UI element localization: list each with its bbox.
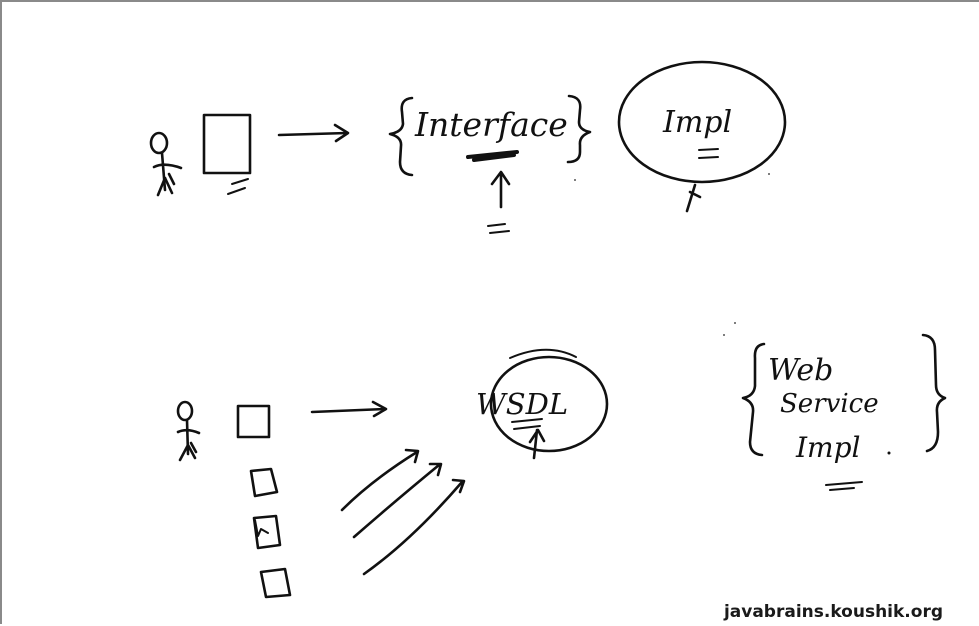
stick-figure-client-top (149, 131, 183, 197)
web-service-impl-label-line1: Web (768, 353, 833, 388)
interface-annotations (466, 150, 519, 234)
web-service-impl-label-line2: Service (780, 389, 879, 419)
interface-label: Interface (414, 105, 568, 144)
impl-annotations (685, 148, 719, 213)
arrow-client-to-wsdl (310, 400, 388, 418)
client-boxes-bottom (236, 404, 292, 599)
arrows-multiple-clients-to-wsdl (340, 448, 466, 576)
impl-label: Impl (662, 105, 732, 140)
diagram-drawing: Interface Impl WSDL Web Service Impl (149, 60, 947, 599)
wsdl-label: WSDL (476, 387, 568, 421)
wsdl-annotations (511, 418, 546, 460)
stick-figure-client-bottom (176, 400, 201, 462)
whiteboard-canvas: Interface Impl WSDL Web Service Impl jav… (0, 0, 979, 624)
watermark: javabrains.koushik.org (723, 602, 943, 622)
arrow-client-to-interface (277, 123, 350, 143)
stray-dots (574, 173, 770, 336)
web-service-impl-label-line3: Impl (795, 431, 861, 464)
client-box-top (202, 113, 252, 195)
